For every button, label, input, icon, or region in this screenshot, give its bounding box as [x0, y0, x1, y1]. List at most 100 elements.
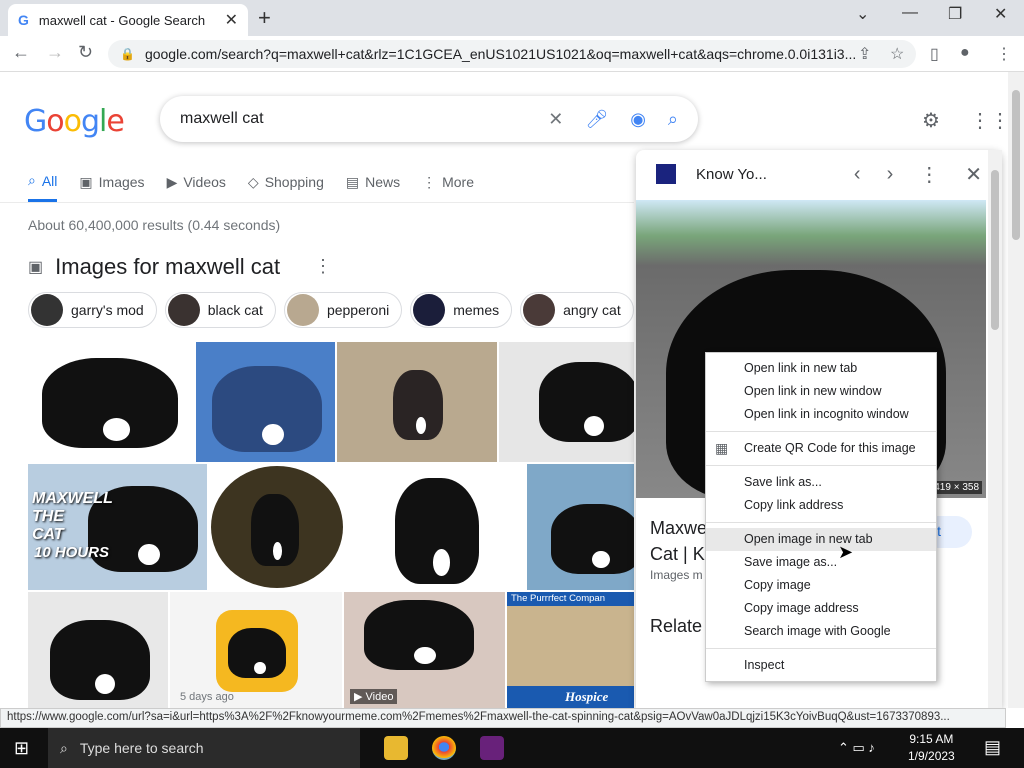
tab-all[interactable]: ⌕ All [28, 172, 58, 202]
tab-videos[interactable]: ▶ Videos [167, 172, 226, 202]
maxwell-caption: MAXWELL THE CAT [32, 490, 113, 543]
chip-angry-cat[interactable]: angry cat [520, 292, 634, 328]
menu-open-link-new-tab[interactable]: Open link in new tab [706, 357, 936, 380]
chevron-left-icon[interactable]: ‹ [854, 163, 861, 186]
windows-start-icon[interactable]: ⊞ [14, 738, 29, 759]
cat-shape [364, 600, 474, 670]
cat-shape [212, 366, 322, 452]
page-scrollbar[interactable] [1008, 72, 1024, 708]
panel-result-title[interactable]: Maxwe Cat | K [650, 515, 707, 567]
forward-arrow-icon[interactable]: → [46, 42, 64, 63]
restore-button[interactable]: ❐ [948, 4, 962, 24]
scrollbar-thumb[interactable] [1012, 90, 1020, 240]
apps-grid-icon[interactable]: ⋮⋮ [970, 108, 1010, 133]
image-result[interactable] [347, 464, 525, 590]
reload-icon[interactable]: ↻ [78, 42, 93, 63]
menu-save-image-as[interactable]: Save image as... [706, 551, 936, 574]
taskbar-search-box[interactable]: ⌕ Type here to search [48, 728, 360, 768]
clear-icon[interactable]: ✕ [548, 109, 563, 130]
image-grid: MAXWELL THE CAT 10 HOURS 5 days ago ▶ Vi… [28, 342, 634, 708]
image-result[interactable]: ▶ Video [344, 592, 505, 708]
search-query[interactable]: maxwell cat [180, 110, 526, 128]
chevron-right-icon[interactable]: › [887, 163, 894, 186]
taskbar-clock[interactable]: 9:15 AM 1/9/2023 [908, 731, 955, 765]
chip-garrys-mod[interactable]: garry's mod [28, 292, 157, 328]
purrrfect-banner: The Purrrfect Compan [507, 592, 634, 606]
tab-more[interactable]: ⋮ More [422, 172, 474, 202]
address-bar[interactable]: 🔒 google.com/search?q=maxwell+cat&rlz=1C… [108, 40, 916, 68]
chip-black-cat[interactable]: black cat [164, 292, 276, 328]
refinement-chips: garry's mod black cat pepperoni memes an… [28, 292, 634, 328]
bookmark-star-icon[interactable]: ☆ [890, 44, 904, 64]
image-result[interactable]: MAXWELL THE CAT 10 HOURS [28, 464, 207, 590]
tab-images[interactable]: ▣ Images [79, 172, 144, 202]
back-arrow-icon[interactable]: ← [12, 42, 30, 63]
images-section-heading[interactable]: ▣ Images for maxwell cat [28, 254, 280, 280]
chip-pepperoni[interactable]: pepperoni [283, 292, 403, 328]
more-options-icon[interactable]: ⋮ [919, 162, 939, 187]
share-icon[interactable]: ⇪ [858, 44, 871, 64]
image-dimensions: 419 × 358 [931, 481, 982, 494]
tabs-divider [0, 202, 634, 203]
tag-icon: ◇ [247, 173, 259, 190]
search-input[interactable]: maxwell cat ✕ 🎤︎ ◉ ⌕ [160, 96, 698, 142]
microphone-icon[interactable]: 🎤︎ [585, 109, 608, 130]
chrome-icon[interactable] [432, 736, 456, 760]
image-result[interactable]: The Purrrfect Compan Hospice [507, 592, 634, 708]
menu-create-qr-code[interactable]: ▦ Create QR Code for this image [706, 437, 936, 460]
chip-memes[interactable]: memes [410, 292, 513, 328]
tab-shopping[interactable]: ◇ Shopping [248, 172, 324, 202]
visual-studio-icon[interactable] [480, 736, 504, 760]
image-result[interactable] [499, 342, 634, 462]
tab-search-icon[interactable]: ⌄ [856, 4, 869, 24]
menu-open-link-incognito[interactable]: Open link in incognito window [706, 403, 936, 426]
camera-icon[interactable]: ◉ [630, 109, 646, 130]
settings-gear-icon[interactable]: ⚙ [922, 108, 940, 133]
menu-search-image-google[interactable]: Search image with Google [706, 620, 936, 643]
notification-icon[interactable]: ▤ [984, 737, 1001, 758]
system-tray-icons[interactable]: ⌃ ▭ ♪ [838, 740, 875, 756]
new-tab-button[interactable]: + [258, 5, 271, 31]
close-icon[interactable]: ✕ [965, 162, 982, 187]
menu-copy-image-address[interactable]: Copy image address [706, 597, 936, 620]
image-result[interactable] [196, 342, 335, 462]
file-explorer-icon[interactable] [384, 736, 408, 760]
images-disclaimer: Images m [650, 568, 703, 582]
menu-copy-image[interactable]: Copy image [706, 574, 936, 597]
browser-tabstrip: G maxwell cat - Google Search ✕ + ⌄ — ❐ … [0, 0, 1024, 36]
close-window-button[interactable]: ✕ [994, 4, 1007, 24]
browser-tab[interactable]: G maxwell cat - Google Search ✕ [8, 4, 248, 36]
tab-news[interactable]: ▤ News [346, 172, 400, 202]
image-result[interactable] [28, 342, 194, 462]
menu-open-link-new-window[interactable]: Open link in new window [706, 380, 936, 403]
scrollbar-thumb[interactable] [991, 170, 999, 330]
cat-shape [551, 504, 634, 574]
image-result[interactable] [209, 464, 345, 590]
minimize-button[interactable]: — [902, 4, 918, 22]
image-icon: ▣ [79, 173, 93, 190]
browser-menu-icon[interactable]: ⋮ [996, 44, 1012, 64]
image-result[interactable] [337, 342, 497, 462]
google-logo[interactable]: Google [24, 104, 125, 139]
video-caption: ▶ Video [350, 689, 398, 704]
profile-icon[interactable]: ● [960, 44, 970, 62]
tab-close-icon[interactable]: ✕ [225, 10, 238, 30]
cat-shape [395, 478, 479, 584]
image-result[interactable] [28, 592, 168, 708]
sidepanel-icon[interactable]: ▯ [930, 44, 939, 64]
image-result[interactable]: 5 days ago [170, 592, 342, 708]
kebab-menu-icon[interactable]: ⋮ [314, 256, 332, 277]
panel-source-title[interactable]: Know Yo... [696, 166, 828, 183]
menu-inspect[interactable]: Inspect [706, 654, 936, 677]
news-icon: ▤ [345, 173, 360, 190]
search-icon[interactable]: ⌕ [668, 109, 678, 130]
menu-save-link-as[interactable]: Save link as... [706, 471, 936, 494]
panel-scrollbar[interactable] [988, 150, 1002, 708]
search-icon: ⌕ [60, 739, 68, 756]
cat-shape [42, 358, 178, 448]
menu-open-image-new-tab[interactable]: Open image in new tab [706, 528, 936, 551]
menu-copy-link-address[interactable]: Copy link address [706, 494, 936, 517]
menu-separator [706, 522, 936, 523]
context-menu: Open link in new tab Open link in new wi… [705, 352, 937, 682]
image-result[interactable] [527, 464, 634, 590]
